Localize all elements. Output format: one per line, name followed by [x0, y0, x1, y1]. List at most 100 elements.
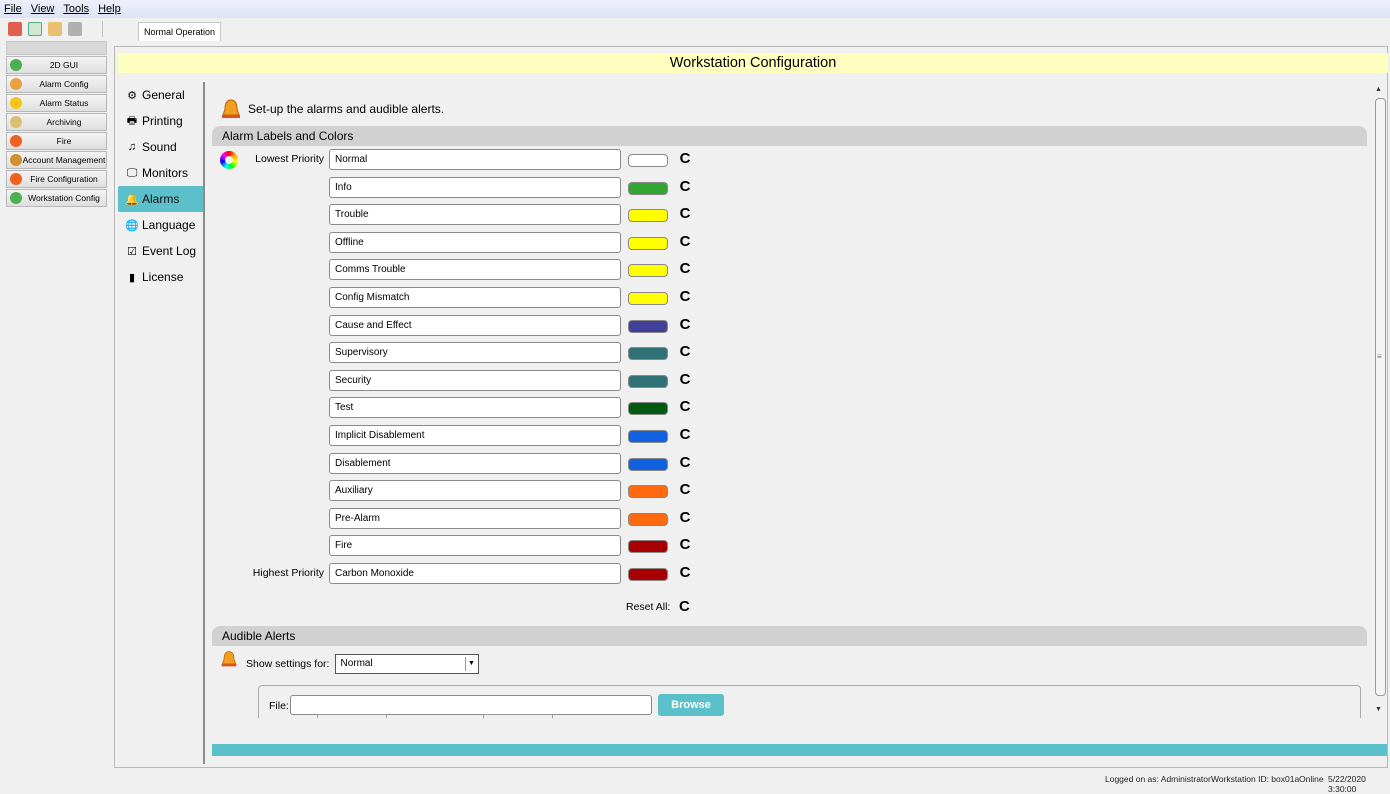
- menu-tools[interactable]: Tools: [63, 3, 89, 15]
- archive-icon: [10, 116, 22, 128]
- reset-icon[interactable]: C: [675, 342, 695, 362]
- launcher-item[interactable]: Archiving: [6, 113, 107, 131]
- toolbar-divider: [102, 21, 103, 37]
- nav-item-general[interactable]: ⚙ General: [118, 82, 204, 108]
- status-bar: Logged on as: Administrator Workstation …: [0, 773, 1390, 794]
- alarm-row: Implicit Disablement C: [212, 425, 712, 447]
- color-swatch-button[interactable]: [628, 485, 668, 499]
- bell-icon: 🔔: [125, 193, 139, 206]
- hidden-button[interactable]: [483, 714, 553, 718]
- launcher-item[interactable]: 2D GUI: [6, 56, 107, 74]
- priority-select[interactable]: Normal ▼: [335, 654, 480, 674]
- printer-icon: 🖶: [126, 114, 138, 127]
- color-swatch-button[interactable]: [628, 154, 668, 167]
- intro-text: Set-up the alarms and audible alerts.: [248, 102, 445, 116]
- launcher-item[interactable]: Alarm Status: [6, 94, 107, 112]
- reset-icon[interactable]: C: [675, 397, 695, 417]
- alarm-label-input[interactable]: Info: [329, 176, 621, 198]
- reset-icon[interactable]: C: [675, 480, 695, 500]
- reset-icon[interactable]: C: [675, 177, 695, 197]
- color-swatch-button[interactable]: [628, 402, 668, 416]
- reset-icon[interactable]: C: [675, 425, 695, 445]
- color-swatch-button[interactable]: [628, 540, 668, 554]
- reset-icon[interactable]: C: [675, 204, 695, 224]
- reset-icon[interactable]: C: [675, 453, 695, 473]
- user-icon[interactable]: [8, 22, 22, 36]
- alarm-row: Pre-Alarm C: [212, 507, 712, 530]
- reset-icon[interactable]: C: [675, 535, 695, 555]
- hidden-button[interactable]: [317, 714, 387, 718]
- alarm-label-input[interactable]: Offline: [329, 231, 621, 253]
- launcher-item[interactable]: Fire Configuration: [6, 170, 107, 188]
- reset-icon[interactable]: C: [675, 287, 695, 307]
- reset-icon[interactable]: C: [675, 315, 695, 335]
- nav-item-printing[interactable]: 🖶 Printing: [118, 108, 204, 134]
- alarm-label-input[interactable]: Comms Trouble: [329, 259, 621, 281]
- reset-icon[interactable]: C: [675, 232, 695, 252]
- scrollbar-thumb[interactable]: [1375, 98, 1386, 696]
- alarm-label-input[interactable]: Fire: [329, 535, 621, 557]
- reset-icon[interactable]: C: [675, 370, 695, 390]
- nav-item-event-log[interactable]: ☑ Event Log: [118, 238, 204, 264]
- color-swatch-button[interactable]: [628, 292, 668, 305]
- menu-help[interactable]: Help: [98, 3, 121, 15]
- nav-item-language[interactable]: 🌐 Language: [118, 212, 204, 238]
- alarm-row: Test C: [212, 397, 712, 419]
- alarm-label-input[interactable]: Supervisory: [329, 342, 621, 364]
- nav-item-monitors[interactable]: 🖵 Monitors: [118, 160, 204, 186]
- alarm-label-input[interactable]: Trouble: [329, 204, 621, 226]
- menu-file[interactable]: File: [4, 3, 22, 15]
- launcher-item-label: Archiving: [46, 117, 82, 127]
- launcher-item[interactable]: Alarm Config: [6, 75, 107, 93]
- browse-button[interactable]: Browse: [658, 694, 724, 716]
- color-swatch-button[interactable]: [628, 209, 668, 223]
- scroll-down-icon[interactable]: ▼: [1375, 706, 1382, 713]
- launcher-item[interactable]: Fire: [6, 132, 107, 150]
- alarm-label-input[interactable]: Implicit Disablement: [329, 425, 621, 446]
- color-swatch-button[interactable]: [628, 457, 668, 471]
- home-icon[interactable]: [48, 22, 62, 36]
- color-swatch-button[interactable]: [628, 374, 668, 388]
- launcher-item[interactable]: Account Management: [6, 151, 107, 169]
- reset-icon[interactable]: C: [675, 563, 695, 583]
- launcher-item[interactable]: Workstation Config: [6, 189, 107, 207]
- alarm-label-input[interactable]: Cause and Effect: [329, 314, 621, 336]
- nav-item-label: Printing: [142, 114, 183, 128]
- color-swatch-button[interactable]: [628, 512, 668, 526]
- alarm-label-input[interactable]: Disablement: [329, 452, 621, 474]
- color-swatch-button[interactable]: [628, 319, 668, 333]
- nav-item-license[interactable]: ▮ License: [118, 264, 204, 290]
- alarm-label-input[interactable]: Security: [329, 369, 621, 391]
- grip-icon: ≡: [1377, 352, 1382, 361]
- chevron-down-icon[interactable]: ▼: [465, 657, 476, 671]
- color-swatch-button[interactable]: [628, 264, 668, 278]
- nav-item-sound[interactable]: ♫ Sound: [118, 134, 204, 160]
- reset-icon[interactable]: C: [675, 259, 695, 279]
- nav-item-label: Alarms: [142, 192, 180, 206]
- section-audible-alerts: Audible Alerts: [212, 626, 1367, 646]
- reset-icon[interactable]: C: [675, 149, 695, 169]
- color-swatch-button[interactable]: [628, 430, 668, 443]
- reset-all-button[interactable]: C: [674, 597, 694, 617]
- nav-item-label: Monitors: [142, 166, 189, 180]
- menu-view[interactable]: View: [31, 3, 55, 15]
- window-icon[interactable]: [28, 22, 42, 36]
- color-swatch-button[interactable]: [628, 568, 668, 581]
- color-swatch-button[interactable]: [628, 236, 668, 250]
- alarm-label-input[interactable]: Pre-Alarm: [329, 507, 621, 529]
- vertical-scrollbar[interactable]: ▲ ≡ ▼: [1373, 86, 1387, 718]
- tab-normal-operation[interactable]: Normal Operation: [138, 22, 222, 41]
- file-input[interactable]: [290, 695, 652, 715]
- scroll-up-icon[interactable]: ▲: [1375, 86, 1382, 93]
- reset-icon[interactable]: C: [675, 508, 695, 528]
- nav-item-alarms[interactable]: 🔔 Alarms: [118, 186, 204, 212]
- color-swatch-button[interactable]: [628, 347, 668, 361]
- alarm-label-input[interactable]: Carbon Monoxide: [329, 563, 621, 584]
- alarm-label-input[interactable]: Config Mismatch: [329, 287, 621, 308]
- alarm-label-input[interactable]: Test: [329, 397, 621, 419]
- alarm-label-input[interactable]: Normal: [329, 149, 621, 170]
- launcher-item-label: Fire Configuration: [30, 174, 98, 184]
- print-icon[interactable]: [68, 22, 82, 36]
- color-swatch-button[interactable]: [628, 181, 668, 195]
- alarm-label-input[interactable]: Auxiliary: [329, 480, 621, 502]
